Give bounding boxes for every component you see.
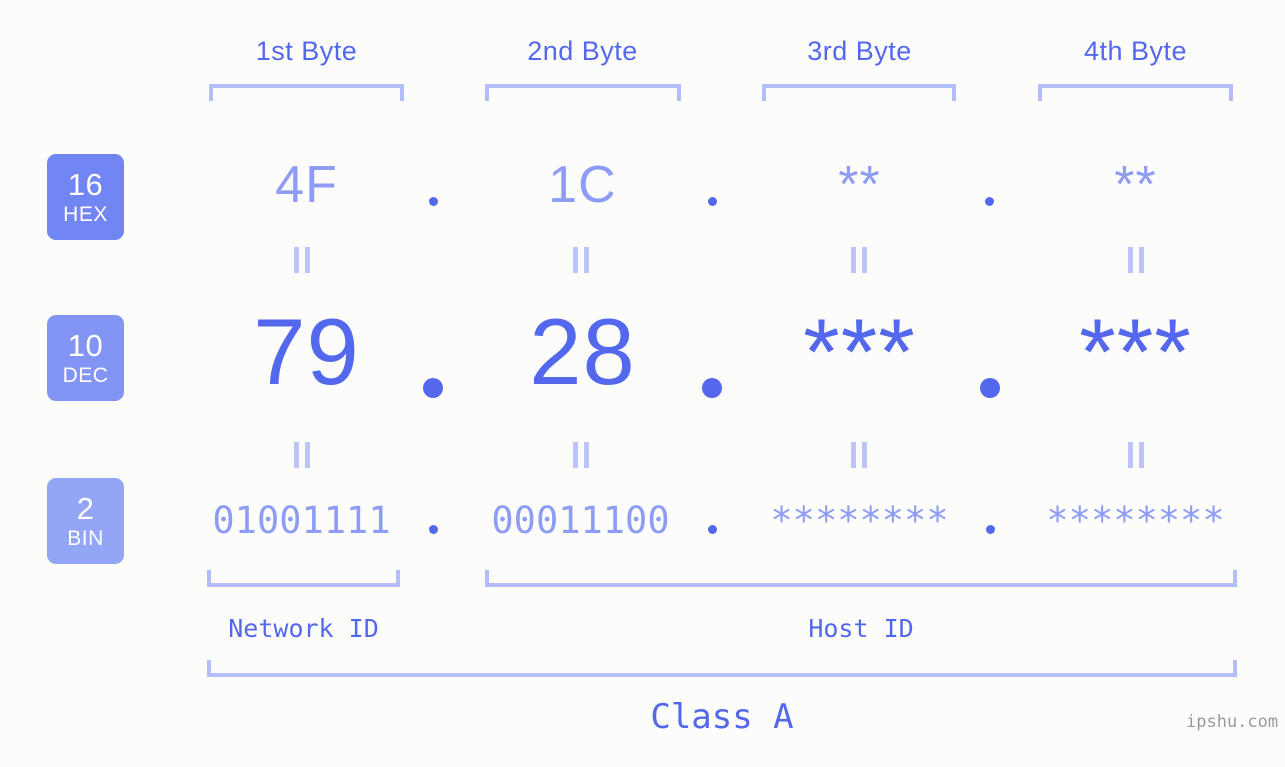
radix-badge-dec-number: 10 — [67, 328, 104, 363]
equals-mark-hex-dec-1 — [294, 247, 310, 273]
hex-dot-separator-3 — [985, 197, 994, 206]
equals-mark-dec-bin-2 — [573, 442, 589, 468]
ip-address-breakdown-diagram: 1st Byte 2nd Byte 3rd Byte 4th Byte 16 H… — [0, 0, 1285, 767]
dec-byte-4-value: *** — [1079, 299, 1192, 404]
hex-byte-3-value: ** — [838, 156, 881, 214]
byte-bracket-3 — [762, 84, 956, 101]
equals-mark-hex-dec-3 — [851, 247, 867, 273]
radix-badge-hex: 16 HEX — [47, 154, 124, 240]
byte-header-4: 4th Byte — [1083, 36, 1188, 66]
network-id-bracket — [207, 570, 400, 587]
bin-dot-separator-2 — [708, 525, 717, 534]
byte-header-3: 3rd Byte — [807, 36, 912, 66]
bin-byte-2-value: 00011100 — [491, 499, 670, 542]
equals-mark-dec-bin-3 — [851, 442, 867, 468]
dec-dot-separator-3 — [980, 378, 1000, 398]
host-id-bracket — [485, 570, 1237, 587]
byte-header-2: 2nd Byte — [527, 36, 638, 66]
radix-badge-dec-name: DEC — [62, 364, 109, 387]
hex-byte-2-value: 1C — [548, 156, 617, 214]
radix-badge-bin-name: BIN — [67, 527, 104, 550]
hex-byte-1-value: 4F — [275, 156, 338, 214]
equals-mark-hex-dec-2 — [573, 247, 589, 273]
dec-dot-separator-1 — [423, 378, 443, 398]
equals-mark-hex-dec-4 — [1128, 247, 1144, 273]
class-bracket — [207, 660, 1237, 677]
bin-dot-separator-1 — [429, 525, 438, 534]
radix-badge-dec: 10 DEC — [47, 315, 124, 401]
hex-dot-separator-2 — [708, 197, 717, 206]
byte-bracket-1 — [209, 84, 404, 101]
class-label: Class A — [650, 697, 794, 737]
bin-dot-separator-3 — [986, 525, 995, 534]
equals-mark-dec-bin-1 — [294, 442, 310, 468]
dec-dot-separator-2 — [702, 378, 722, 398]
radix-badge-bin: 2 BIN — [47, 478, 124, 564]
bin-byte-4-value: ******** — [1046, 499, 1225, 542]
bin-byte-3-value: ******** — [770, 499, 949, 542]
network-id-label: Network ID — [228, 614, 379, 643]
host-id-label: Host ID — [808, 614, 914, 643]
byte-header-1: 1st Byte — [255, 36, 358, 66]
radix-badge-bin-number: 2 — [76, 491, 95, 526]
site-watermark: ipshu.com — [1186, 712, 1279, 732]
byte-bracket-2 — [485, 84, 681, 101]
equals-mark-dec-bin-4 — [1128, 442, 1144, 468]
hex-byte-4-value: ** — [1114, 156, 1157, 214]
radix-badge-hex-number: 16 — [67, 167, 104, 202]
dec-byte-3-value: *** — [803, 299, 916, 404]
bin-byte-1-value: 01001111 — [212, 499, 391, 542]
dec-byte-1-value: 79 — [253, 299, 360, 404]
dec-byte-2-value: 28 — [529, 299, 636, 404]
radix-badge-hex-name: HEX — [63, 203, 108, 226]
hex-dot-separator-1 — [429, 197, 438, 206]
byte-bracket-4 — [1038, 84, 1233, 101]
